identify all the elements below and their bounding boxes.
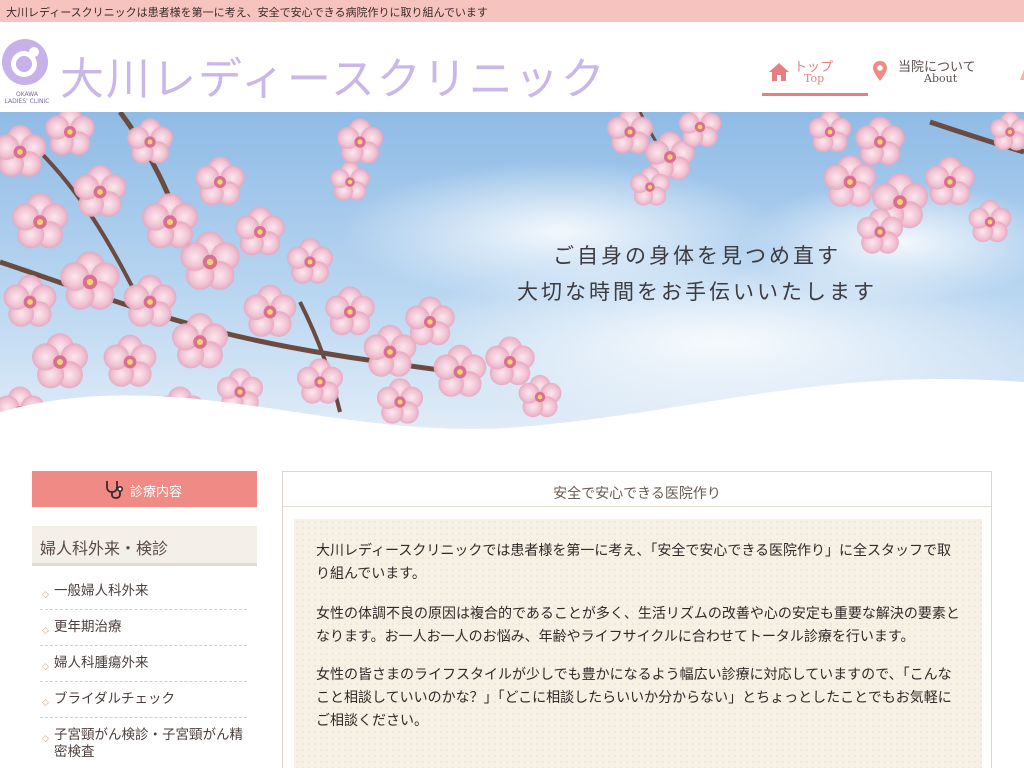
intro-paragraph-2: 女性の体調不良の原因は複合的であることが多く、生活リズムの改善や心の安定も重要な… bbox=[316, 606, 960, 645]
main-content-panel: 安全で安心できる医院作り 大川レディースクリニックでは患者様を第一に考え、「安全… bbox=[282, 471, 992, 768]
sidebar-item-label: 更年期治療 bbox=[54, 619, 122, 635]
sidebar-item-gynecologic-tumor[interactable]: ◇ 婦人科腫瘍外来 bbox=[40, 646, 247, 682]
bullet-icon: ◇ bbox=[42, 590, 49, 600]
services-button[interactable]: 診療内容 bbox=[32, 471, 257, 507]
sidebar-item-label: 一般婦人科外来 bbox=[54, 583, 149, 599]
services-button-label: 診療内容 bbox=[130, 485, 183, 500]
sidebar-item-bridal-check[interactable]: ◇ ブライダルチェック bbox=[40, 682, 247, 718]
nav-item-about[interactable]: 当院について About bbox=[870, 52, 988, 96]
nav-more-icon[interactable] bbox=[1020, 64, 1024, 80]
sidebar-heading: 婦人科外来・検診 bbox=[32, 526, 257, 566]
section-body: 大川レディースクリニックでは患者様を第一に考え、「安全で安心できる医院作り」に全… bbox=[294, 519, 982, 768]
sidebar-item-menopause[interactable]: ◇ 更年期治療 bbox=[40, 610, 247, 646]
hero-tagline-line1: ご自身の身体を見つめ直す bbox=[553, 244, 841, 268]
top-announcement-bar: 大川レディースクリニックは患者様を第一に考え、安全で安心できる病院作りに取り組ん… bbox=[0, 0, 1024, 22]
stethoscope-icon bbox=[106, 481, 124, 499]
intro-paragraph-1: 大川レディースクリニックでは患者様を第一に考え、「安全で安心できる医院作り」に全… bbox=[316, 543, 952, 582]
site-header: OKAWA LADIES' CLINIC 大川レディースクリニック トップ To… bbox=[0, 22, 1024, 112]
nav-top-sublabel: Top bbox=[804, 72, 825, 85]
logo-subtitle-line1: OKAWA bbox=[15, 91, 39, 98]
section-divider bbox=[283, 506, 991, 507]
bullet-icon: ◇ bbox=[42, 698, 49, 708]
sidebar-item-label: ブライダルチェック bbox=[54, 691, 175, 707]
hero-tagline-line2: 大切な時間をお手伝いいたします bbox=[517, 280, 877, 304]
logo-subtitle-line2: LADIES' CLINIC bbox=[4, 98, 50, 105]
logo-subtitle: OKAWA LADIES' CLINIC bbox=[2, 91, 52, 105]
bullet-icon: ◇ bbox=[42, 662, 49, 672]
sidebar-item-label: 子宮頸がん検診・子宮頸がん精密検査 bbox=[54, 727, 243, 760]
intro-paragraph-3: 女性の皆さまのライフスタイルが少しでも豊かになるよう幅広い診療に対応していますの… bbox=[316, 667, 952, 729]
nav-item-top[interactable]: トップ Top bbox=[762, 52, 868, 96]
hero-banner: ご自身の身体を見つめ直す 大切な時間をお手伝いいたします bbox=[0, 112, 1024, 442]
sidebar-item-label: 婦人科腫瘍外来 bbox=[54, 655, 149, 671]
sidebar-heading-text: 婦人科外来・検診 bbox=[40, 539, 169, 558]
announcement-text: 大川レディースクリニックは患者様を第一に考え、安全で安心できる病院作りに取り組ん… bbox=[6, 6, 488, 19]
section-title: 安全で安心できる医院作り bbox=[553, 486, 721, 502]
bullet-icon: ◇ bbox=[42, 626, 49, 636]
bullet-icon: ◇ bbox=[42, 734, 49, 744]
location-pin-icon bbox=[873, 61, 887, 81]
logo-circle-icon bbox=[2, 39, 48, 85]
nav-about-sublabel: About bbox=[924, 72, 958, 85]
site-title[interactable]: 大川レディースクリニック bbox=[60, 43, 607, 107]
sidebar-item-general-gynecology[interactable]: ◇ 一般婦人科外来 bbox=[40, 574, 247, 610]
sidebar-menu: ◇ 一般婦人科外来 ◇ 更年期治療 ◇ 婦人科腫瘍外来 ◇ ブライダルチェック ◇ 子宮頸… bbox=[40, 574, 247, 768]
home-icon bbox=[769, 63, 789, 81]
sidebar-item-cervical-cancer-screening[interactable]: ◇ 子宮頸がん検診・子宮頸がん精密検査 bbox=[40, 718, 247, 768]
